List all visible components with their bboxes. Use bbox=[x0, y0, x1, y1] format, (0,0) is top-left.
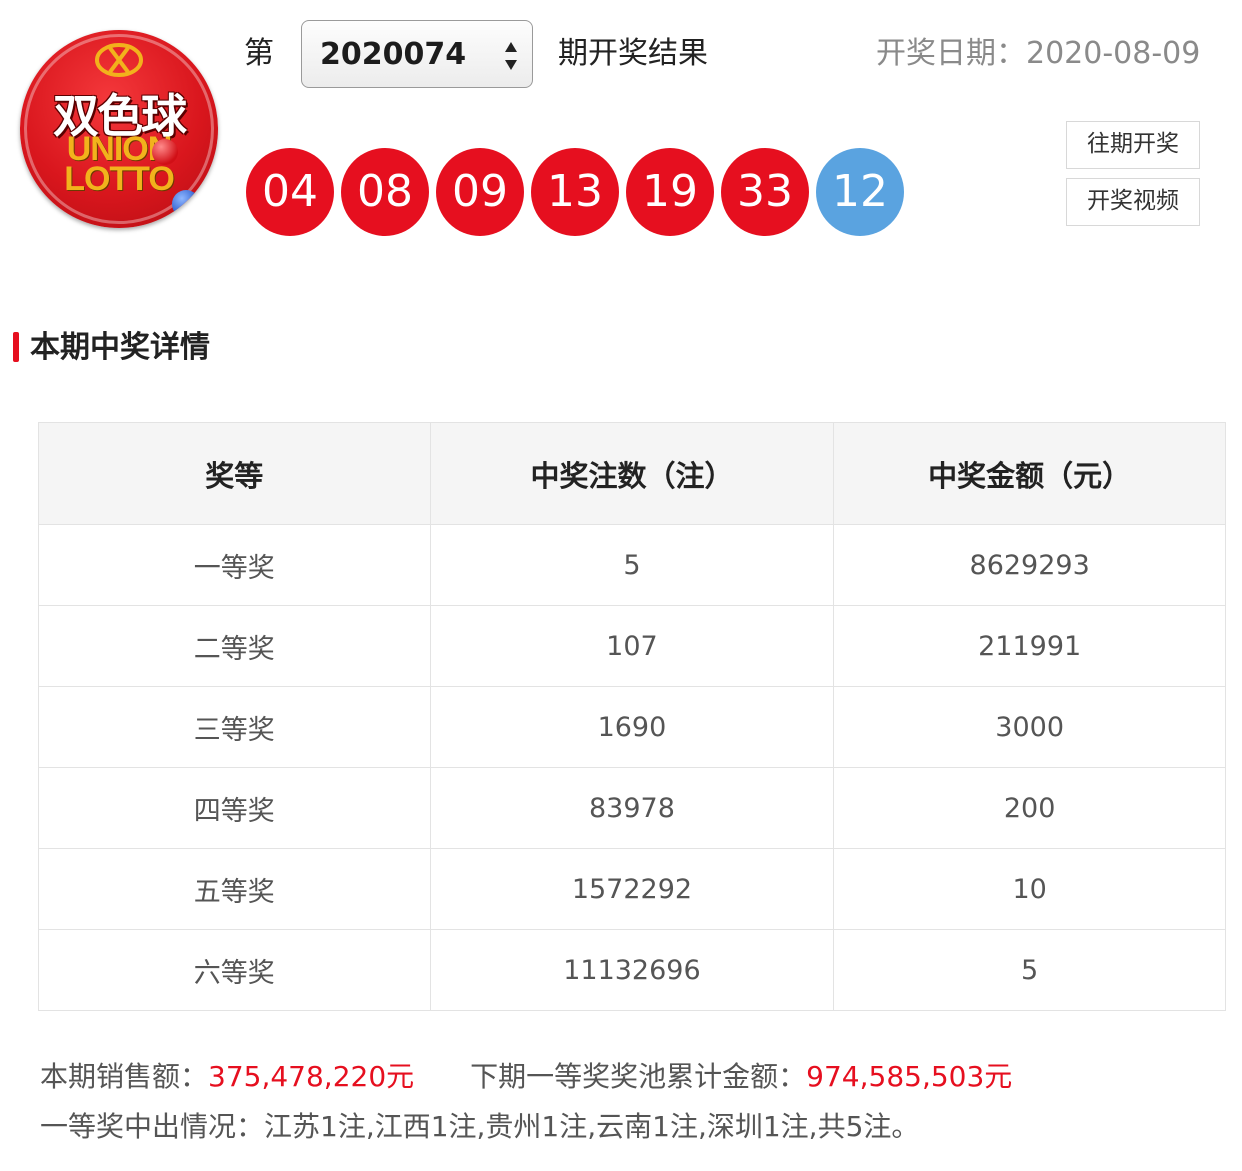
prize-table: 奖等 中奖注数（注） 中奖金额（元） 一等奖 5 8629293 二等奖 107… bbox=[38, 422, 1226, 1011]
table-row: 六等奖 11132696 5 bbox=[38, 929, 1226, 1011]
prize-level-cell: 四等奖 bbox=[38, 767, 431, 849]
column-header-winner-count: 中奖注数（注） bbox=[429, 422, 835, 525]
prize-amount-cell: 8629293 bbox=[833, 524, 1226, 606]
red-ball: 13 bbox=[531, 148, 619, 236]
column-header-prize-amount: 中奖金额（元） bbox=[833, 422, 1226, 525]
logo-blue-ball bbox=[172, 190, 200, 218]
prize-amount-cell: 5 bbox=[833, 929, 1226, 1011]
issue-prefix-label: 第 bbox=[244, 36, 274, 71]
section-title-text: 本期中奖详情 bbox=[30, 330, 210, 365]
prize-level-cell: 五等奖 bbox=[38, 848, 431, 930]
blue-ball: 12 bbox=[816, 148, 904, 236]
issue-select[interactable]: 2020074 bbox=[301, 20, 533, 88]
column-header-prize-level: 奖等 bbox=[38, 422, 431, 525]
winner-count-cell: 83978 bbox=[429, 767, 835, 849]
first-prize-distribution: 一等奖中出情况：江苏1注,江西1注,贵州1注,云南1注,深圳1注,共5注。 bbox=[40, 1110, 920, 1143]
issue-suffix-label: 期开奖结果 bbox=[558, 36, 708, 71]
sales-and-pool-info: 本期销售额：375,478,220元 下期一等奖奖池累计金额：974,585,50… bbox=[40, 1057, 1012, 1097]
winner-count-cell: 1572292 bbox=[429, 848, 835, 930]
prize-level-cell: 六等奖 bbox=[38, 929, 431, 1011]
prize-amount-cell: 10 bbox=[833, 848, 1226, 930]
winner-count-cell: 1690 bbox=[429, 686, 835, 768]
pool-value: 974,585,503元 bbox=[806, 1060, 1013, 1093]
draw-date: 开奖日期：2020-08-09 bbox=[876, 36, 1201, 71]
table-row: 一等奖 5 8629293 bbox=[38, 524, 1226, 606]
red-ball: 08 bbox=[341, 148, 429, 236]
prize-amount-cell: 211991 bbox=[833, 605, 1226, 687]
issue-select-value: 2020074 bbox=[320, 37, 467, 72]
prize-level-cell: 三等奖 bbox=[38, 686, 431, 768]
red-ball: 09 bbox=[436, 148, 524, 236]
prize-level-cell: 一等奖 bbox=[38, 524, 431, 606]
winner-count-cell: 11132696 bbox=[429, 929, 835, 1011]
select-arrows-icon bbox=[505, 42, 517, 70]
table-row: 三等奖 1690 3000 bbox=[38, 686, 1226, 768]
history-draws-button[interactable]: 往期开奖 bbox=[1066, 121, 1200, 169]
red-ball: 19 bbox=[626, 148, 714, 236]
red-ball: 33 bbox=[721, 148, 809, 236]
sales-value: 375,478,220元 bbox=[208, 1060, 415, 1093]
welfare-lottery-emblem-icon bbox=[95, 43, 143, 77]
prize-level-cell: 二等奖 bbox=[38, 605, 431, 687]
table-header-row: 奖等 中奖注数（注） 中奖金额（元） bbox=[38, 422, 1226, 525]
pool-label: 下期一等奖奖池累计金额： bbox=[470, 1060, 807, 1093]
table-row: 二等奖 107 211991 bbox=[38, 605, 1226, 687]
prize-amount-cell: 200 bbox=[833, 767, 1226, 849]
prize-amount-cell: 3000 bbox=[833, 686, 1226, 768]
section-title-accent-bar bbox=[13, 332, 19, 362]
draw-video-button[interactable]: 开奖视频 bbox=[1066, 178, 1200, 226]
sales-label: 本期销售额： bbox=[40, 1060, 209, 1093]
red-ball: 04 bbox=[246, 148, 334, 236]
table-row: 四等奖 83978 200 bbox=[38, 767, 1226, 849]
winner-count-cell: 5 bbox=[429, 524, 835, 606]
winner-count-cell: 107 bbox=[429, 605, 835, 687]
logo-red-ball bbox=[152, 139, 178, 165]
union-lotto-logo: 双色球 UNION LOTTO bbox=[20, 30, 218, 228]
table-row: 五等奖 1572292 10 bbox=[38, 848, 1226, 930]
